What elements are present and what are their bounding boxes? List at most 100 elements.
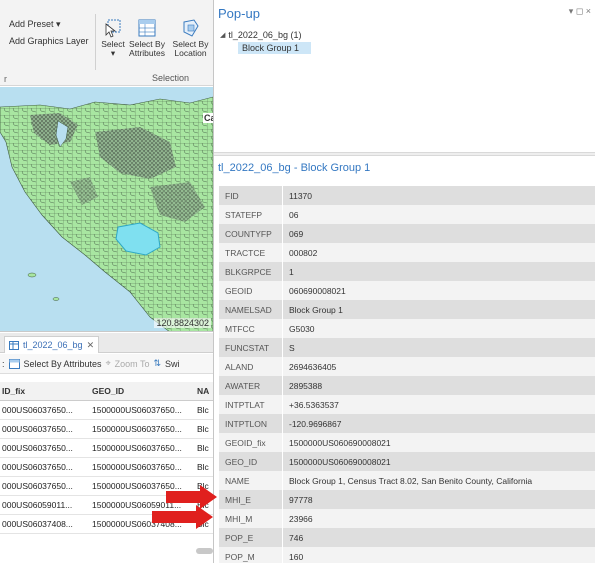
table-cell: 1500000US06037650... — [92, 424, 182, 434]
popup-feature-tree: ◢ tl_2022_06_bg (1) Block Group 1 — [220, 30, 312, 54]
annotation-arrow-icon — [152, 505, 213, 529]
table-row[interactable]: 000US06037650... 1500000US06037650... Bl… — [0, 458, 213, 477]
field-row: BLKGRPCE 1 — [219, 262, 595, 281]
field-value: 97778 — [289, 494, 313, 505]
ribbon: Add Preset ▾ Add Graphics Layer r Select… — [0, 0, 213, 86]
map-place-label: Ca — [203, 113, 213, 123]
field-name: ALAND — [219, 357, 283, 376]
table-cell: Blc — [197, 443, 209, 453]
select-by-location-label-2: Location — [174, 48, 207, 58]
field-row: TRACTCE 000802 — [219, 243, 595, 262]
ribbon-group-label: r — [4, 74, 7, 84]
collapse-triangle-icon[interactable]: ◢ — [220, 31, 225, 39]
pane-splitter[interactable] — [214, 152, 595, 156]
table-row[interactable]: 000US06037650... 1500000US06037650... Bl… — [0, 420, 213, 439]
column-header[interactable]: GEO_ID — [88, 386, 194, 396]
field-value: 746 — [289, 532, 304, 543]
select-dropdown-icon[interactable]: ▾ — [111, 48, 115, 58]
table-cell: 000US06037650... — [2, 481, 73, 491]
popup-title: Pop-up — [218, 6, 260, 21]
field-value: G5030 — [289, 323, 315, 334]
location-select-icon — [183, 19, 199, 37]
select-by-location-button[interactable]: Select By Location — [168, 18, 213, 58]
field-row: ALAND 2694636405 — [219, 357, 595, 376]
close-icon[interactable]: ✕ — [87, 340, 95, 351]
field-name: POP_M — [219, 547, 283, 563]
add-graphics-layer-button[interactable]: Add Graphics Layer — [9, 36, 89, 46]
field-value: 069 — [289, 228, 304, 239]
field-value: Block Group 1, Census Tract 8.02, San Be… — [289, 475, 533, 486]
attribute-table-tabbar: tl_2022_06_bg ✕ — [0, 333, 213, 353]
field-row: INTPTLAT +36.5363537 — [219, 395, 595, 414]
map-canvas[interactable] — [0, 87, 213, 332]
field-name: NAMELSAD — [219, 300, 283, 319]
table-cell: 000US06037408... — [2, 519, 73, 529]
field-row: GEOID_fix 1500000US060690008021 — [219, 433, 595, 452]
tree-feature-item[interactable]: Block Group 1 — [238, 42, 312, 54]
field-name: GEOID_fix — [219, 433, 283, 452]
table-icon — [9, 340, 19, 350]
column-header[interactable]: ID_fix — [0, 386, 88, 396]
select-button[interactable]: Select ▾ — [99, 18, 127, 58]
table-cell: 1500000US06037650... — [92, 443, 182, 453]
field-name: TRACTCE — [219, 243, 283, 262]
table-horizontal-scrollbar[interactable] — [196, 548, 213, 554]
field-row: NAME Block Group 1, Census Tract 8.02, Sa… — [219, 471, 595, 490]
field-row: AWATER 2895388 — [219, 376, 595, 395]
select-by-attributes-icon — [8, 358, 20, 369]
field-name: GEO_ID — [219, 452, 283, 471]
field-name: NAME — [219, 471, 283, 490]
field-row: POP_M 160 — [219, 547, 595, 563]
map-view[interactable]: Ca 120.8824302 — [0, 87, 213, 332]
table-cell: Blc — [197, 405, 209, 415]
column-header[interactable]: NA — [194, 386, 213, 396]
table-row[interactable]: 000US06037650... 1500000US06037650... Bl… — [0, 401, 213, 420]
tab-attribute-table[interactable]: tl_2022_06_bg ✕ — [4, 336, 100, 353]
zoom-to-button[interactable]: Zoom To — [115, 359, 150, 369]
table-cell: Blc — [197, 462, 209, 472]
table-row[interactable]: 000US06037650... 1500000US06037650... Bl… — [0, 439, 213, 458]
select-by-attributes-button[interactable]: Select By Attributes — [127, 18, 167, 58]
field-value: 1 — [289, 266, 294, 277]
field-value: S — [289, 342, 295, 353]
field-row: MHI_M 23966 — [219, 509, 595, 528]
table-cell: Blc — [197, 424, 209, 434]
field-value: 060690008021 — [289, 285, 346, 296]
field-name: STATEFP — [219, 205, 283, 224]
field-name: FUNCSTAT — [219, 338, 283, 357]
field-row: INTPTLON -120.9696867 — [219, 414, 595, 433]
table-header-row: ID_fix GEO_ID NA — [0, 382, 213, 401]
field-name: MTFCC — [219, 319, 283, 338]
field-row: NAMELSAD Block Group 1 — [219, 300, 595, 319]
field-name: COUNTYFP — [219, 224, 283, 243]
table-select-icon — [138, 19, 156, 37]
switch-button[interactable]: Swi — [165, 359, 180, 369]
field-value: 2694636405 — [289, 361, 337, 372]
toolbar-prefix: : — [2, 358, 5, 369]
map-coordinate-readout: 120.8824302 — [154, 318, 211, 328]
island — [27, 272, 37, 278]
ribbon-separator — [95, 14, 96, 70]
table-cell: 1500000US06037650... — [92, 462, 182, 472]
field-row: FID 11370 — [219, 186, 595, 205]
field-row: STATEFP 06 — [219, 205, 595, 224]
table-cell: 000US06037650... — [2, 424, 73, 434]
tree-layer-node[interactable]: ◢ tl_2022_06_bg (1) — [220, 30, 311, 40]
switch-icon: ⇅ — [153, 358, 162, 368]
table-cell: 1500000US06037650... — [92, 405, 182, 415]
select-cursor-icon — [105, 19, 121, 38]
select-by-attributes-link[interactable]: Select By Attributes — [24, 359, 102, 369]
island — [52, 297, 60, 301]
pane-controls[interactable]: ▾ ◻ × — [569, 6, 591, 17]
field-row: MTFCC G5030 — [219, 319, 595, 338]
attribute-table-toolbar: : Select By Attributes ⌖ Zoom To ⇅ Swi — [0, 354, 213, 374]
field-value: +36.5363537 — [289, 399, 339, 410]
field-name: GEOID — [219, 281, 283, 300]
popup-pane: Pop-up ▾ ◻ × ◢ tl_2022_06_bg (1) Block G… — [213, 0, 595, 563]
field-value: 160 — [289, 551, 304, 562]
field-value: 1500000US060690008021 — [289, 456, 391, 467]
add-preset-button[interactable]: Add Preset ▾ — [9, 19, 61, 30]
field-table: FID 11370 STATEFP 06 COUNTYFP 069 TRACTCE 00… — [219, 186, 595, 563]
field-name: INTPTLON — [219, 414, 283, 433]
field-row: FUNCSTAT S — [219, 338, 595, 357]
